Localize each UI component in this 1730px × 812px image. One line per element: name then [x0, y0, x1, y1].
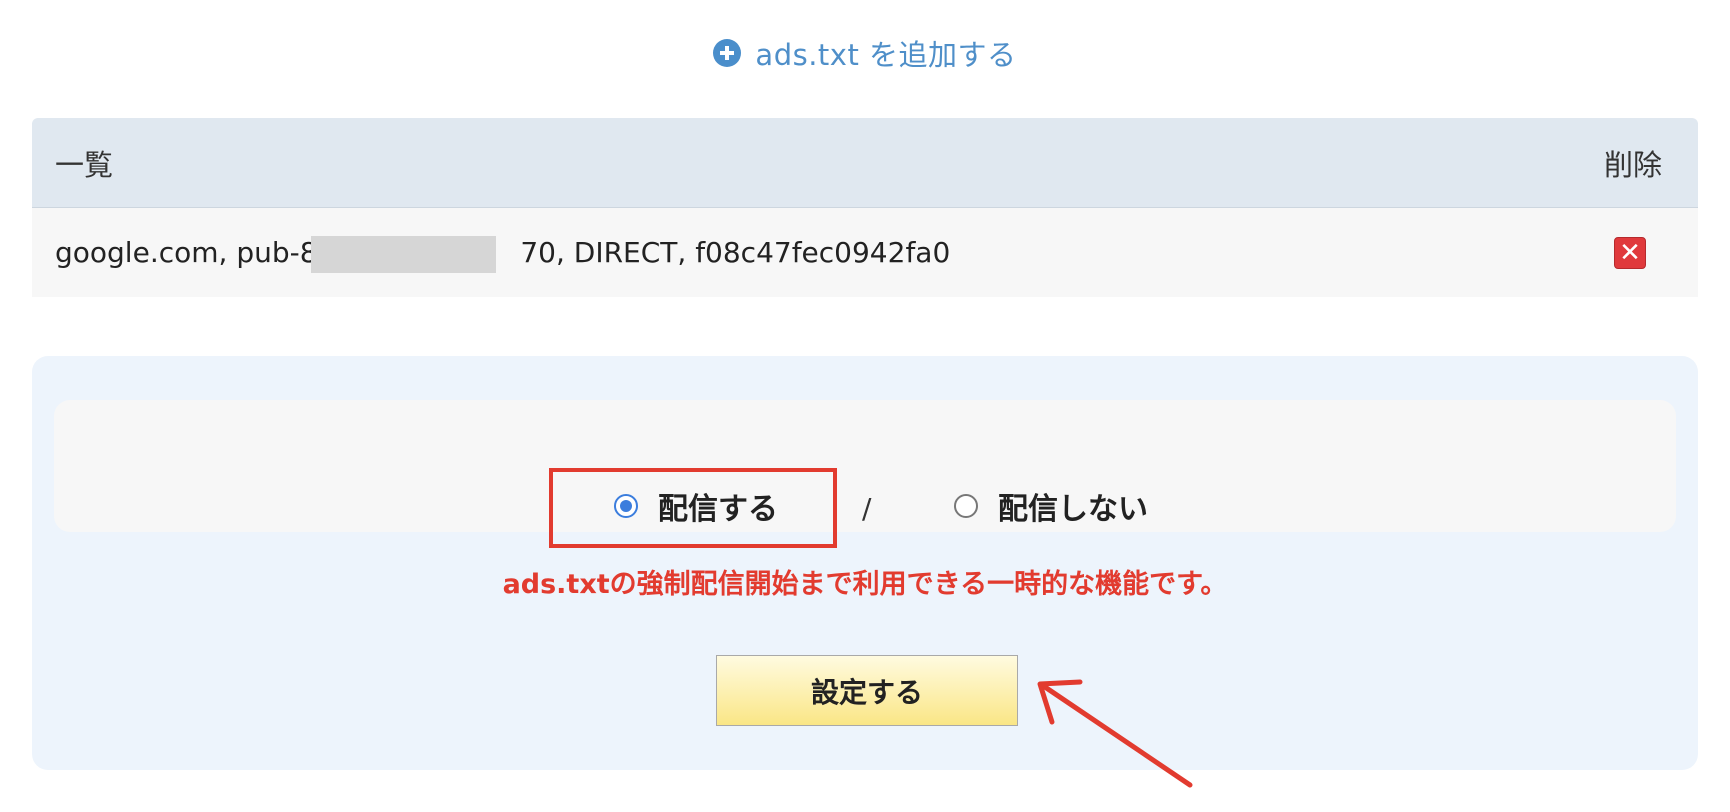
- radio-option-deliver[interactable]: 配信する: [614, 484, 778, 528]
- delete-column-header: 削除: [1603, 147, 1662, 182]
- delivery-option-box: 配信する / 配信しない: [54, 400, 1676, 548]
- add-ads-txt-link[interactable]: ads.txt を追加する: [0, 32, 1730, 74]
- radio-no-deliver[interactable]: [954, 494, 978, 518]
- temporary-feature-notice: ads.txtの強制配信開始まで利用できる一時的な機能です。: [502, 569, 1228, 600]
- plus-circle-icon: [713, 39, 742, 67]
- option-separator: /: [862, 492, 872, 525]
- radio-deliver-label: 配信する: [658, 492, 778, 527]
- delivery-settings-panel: 配信する / 配信しない ads.txtの強制配信開始まで利用できる一時的な機能…: [32, 356, 1698, 770]
- list-header: 一覧 削除: [32, 118, 1698, 208]
- ads-txt-list: 一覧 削除 google.com, pub-87 70, DIRECT, f08c…: [32, 118, 1698, 297]
- table-row: google.com, pub-87 70, DIRECT, f08c47fec0…: [32, 208, 1698, 297]
- radio-option-no-deliver[interactable]: 配信しない: [954, 484, 1148, 528]
- ads-txt-entry: google.com, pub-87 70, DIRECT, f08c47fec0…: [55, 236, 951, 273]
- radio-no-deliver-label: 配信しない: [998, 492, 1148, 527]
- list-header-title: 一覧: [55, 147, 114, 182]
- submit-settings-button[interactable]: 設定する: [716, 655, 1018, 726]
- entry-text-suffix: 70, DIRECT, f08c47fec0942fa0: [520, 236, 951, 269]
- delete-entry-button[interactable]: ✕: [1614, 236, 1646, 269]
- ads-txt-settings-page: ads.txt を追加する 一覧 削除 google.com, pub-87 70…: [0, 0, 1730, 812]
- add-ads-txt-label: ads.txt を追加する: [755, 38, 1017, 72]
- close-icon: ✕: [1619, 237, 1641, 268]
- radio-deliver[interactable]: [614, 494, 638, 518]
- entry-text-prefix: google.com, pub-87: [55, 236, 336, 269]
- redaction-mask: [311, 236, 496, 273]
